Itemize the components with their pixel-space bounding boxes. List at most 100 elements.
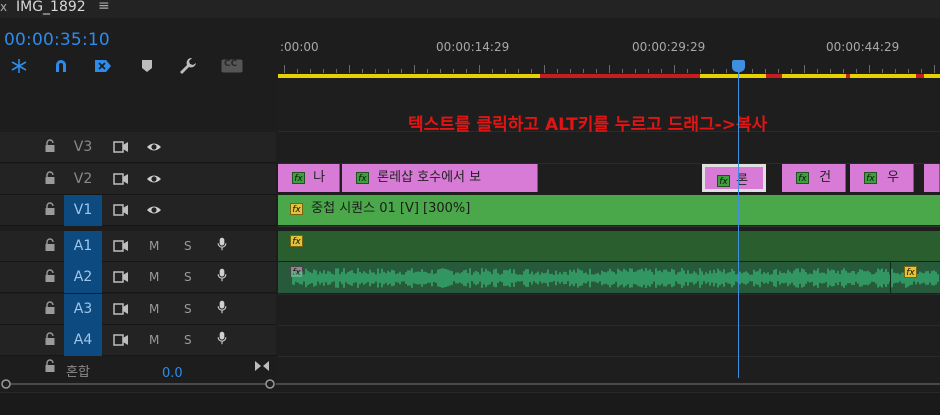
track-header-a3[interactable]: A3 M S <box>0 294 276 325</box>
lock-icon[interactable] <box>45 139 55 153</box>
text-clip[interactable] <box>924 164 940 192</box>
magnet-icon[interactable] <box>50 56 72 76</box>
solo-button[interactable]: S <box>184 239 192 253</box>
selected-text-clip[interactable]: fx 론 <box>702 164 766 192</box>
lock-icon[interactable] <box>45 202 55 216</box>
ruler-tick <box>440 69 441 73</box>
lock-icon[interactable] <box>45 171 55 185</box>
lock-icon[interactable] <box>45 269 55 283</box>
sync-lock-icon[interactable] <box>113 333 129 347</box>
lock-icon[interactable] <box>45 301 55 315</box>
sync-lock-icon[interactable] <box>113 302 129 316</box>
lock-icon[interactable] <box>45 359 55 373</box>
ruler-tick <box>401 69 402 73</box>
audio-clip-a1[interactable]: fx <box>278 231 940 261</box>
audio-clip-a2[interactable]: fx fx <box>278 262 940 293</box>
eye-icon[interactable] <box>146 140 162 154</box>
sequence-tab-bar: x IMG_1892 ≡ <box>0 0 940 18</box>
linked-selection-icon[interactable] <box>92 56 114 76</box>
ruler-tick <box>921 69 922 73</box>
text-clip[interactable]: fx 우 <box>850 164 914 192</box>
captions-icon[interactable]: CC <box>220 56 244 76</box>
ruler-label: 00:00:29:29 <box>632 40 706 54</box>
mute-button[interactable]: M <box>149 239 159 253</box>
panel-menu-icon[interactable]: ≡ <box>98 0 110 14</box>
track-target-toggle[interactable]: A3 <box>64 294 102 325</box>
timeline-toolbar: CC <box>0 54 276 78</box>
ruler-tick <box>531 69 532 73</box>
playhead-handle[interactable] <box>732 60 745 72</box>
ruler-tick <box>557 69 558 73</box>
text-clip[interactable]: fx 나 <box>278 164 340 192</box>
add-marker-icon[interactable] <box>136 56 158 76</box>
track-header-a4[interactable]: A4 M S <box>0 325 276 356</box>
ruler-tick <box>791 69 792 73</box>
close-tab-icon[interactable]: x <box>0 0 7 14</box>
ruler-tick <box>726 69 727 73</box>
track-header-a2[interactable]: A2 M S <box>0 262 276 293</box>
track-header-v2[interactable]: V2 <box>0 164 276 195</box>
ruler-tick <box>375 69 376 73</box>
sync-lock-icon[interactable] <box>113 239 129 253</box>
ruler-label: :00:00 <box>280 40 319 54</box>
lane-divider <box>278 325 940 326</box>
ruler-tick <box>596 69 597 73</box>
mute-button[interactable]: M <box>149 302 159 316</box>
track-header-v1[interactable]: V1 <box>0 195 276 226</box>
ruler-tick <box>284 65 285 73</box>
track-target-toggle[interactable]: A4 <box>64 325 102 356</box>
ruler-tick <box>479 65 480 73</box>
eye-icon[interactable] <box>146 203 162 217</box>
time-ruler[interactable]: :00:00 00:00:14:29 00:00:29:29 00:00:44:… <box>278 20 940 76</box>
text-clip[interactable]: fx 건 <box>782 164 846 192</box>
track-header-a1[interactable]: A1 M S <box>0 231 276 262</box>
ruler-tick <box>323 69 324 73</box>
ruler-tick <box>817 69 818 73</box>
track-target-toggle[interactable]: A2 <box>64 262 102 293</box>
lane-divider <box>278 163 940 164</box>
solo-button[interactable]: S <box>184 302 192 316</box>
track-header-v3[interactable]: V3 <box>0 132 276 163</box>
clip-label: 론레샵 호수에서 보 <box>377 170 482 185</box>
ruler-tick <box>648 69 649 73</box>
text-clip[interactable]: fx 론레샵 호수에서 보 <box>342 164 538 192</box>
mute-button[interactable]: M <box>149 270 159 284</box>
microphone-icon[interactable] <box>214 268 230 282</box>
expand-mix-icon[interactable] <box>254 360 270 372</box>
ruler-tick <box>843 69 844 73</box>
bottom-panel-bar <box>0 392 940 415</box>
ruler-tick <box>505 69 506 73</box>
solo-button[interactable]: S <box>184 333 192 347</box>
lock-icon[interactable] <box>45 332 55 346</box>
wrench-icon[interactable] <box>177 56 199 76</box>
microphone-icon[interactable] <box>214 331 230 345</box>
lane-divider <box>278 226 940 227</box>
microphone-icon[interactable] <box>214 237 230 251</box>
sequence-tab-title[interactable]: IMG_1892 <box>16 0 86 15</box>
track-target-toggle[interactable]: A1 <box>64 231 102 262</box>
sync-lock-icon[interactable] <box>113 203 129 217</box>
track-target-toggle[interactable]: V1 <box>64 195 102 226</box>
nested-sequence-clip[interactable]: fx 중첩 시퀀스 01 [V] [300%] <box>278 195 940 225</box>
mute-button[interactable]: M <box>149 333 159 347</box>
playhead-timecode[interactable]: 00:00:35:10 <box>4 30 110 50</box>
playhead-line[interactable] <box>738 66 739 378</box>
instruction-annotation: 텍스트를 클릭하고 ALT키를 누르고 드래그->복사 <box>408 115 768 135</box>
lock-icon[interactable] <box>45 238 55 252</box>
eye-icon[interactable] <box>146 172 162 186</box>
render-status-bar <box>540 74 700 78</box>
microphone-icon[interactable] <box>214 300 230 314</box>
lane-divider <box>278 356 940 357</box>
track-header-scrollbar[interactable] <box>0 378 276 390</box>
sync-lock-icon[interactable] <box>113 140 129 154</box>
sync-lock-icon[interactable] <box>113 270 129 284</box>
track-target-toggle[interactable]: V2 <box>64 164 102 195</box>
track-target-toggle[interactable]: V3 <box>64 132 102 163</box>
ruler-tick <box>661 69 662 73</box>
solo-button[interactable]: S <box>184 270 192 284</box>
sync-lock-icon[interactable] <box>113 172 129 186</box>
ruler-tick <box>830 69 831 73</box>
ruler-tick <box>856 69 857 73</box>
timeline-zoom-scrollbar[interactable] <box>276 378 940 390</box>
snap-ripple-icon[interactable] <box>8 56 30 76</box>
